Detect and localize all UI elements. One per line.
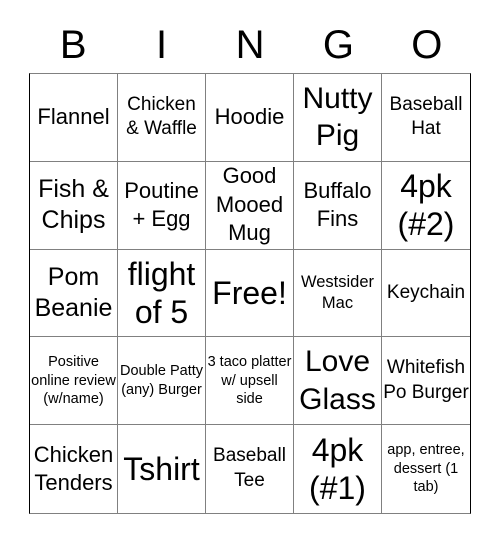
bingo-cell[interactable]: Poutine + Egg (118, 161, 206, 250)
bingo-cell[interactable]: Whitefish Po Burger (382, 337, 470, 426)
bingo-grid: Flannel Chicken & Waffle Hoodie Nutty Pi… (29, 73, 471, 514)
bingo-cell[interactable]: Flannel (30, 74, 118, 162)
bingo-cell[interactable]: 3 taco platter w/ upsell side (206, 337, 294, 426)
bingo-header: B I N G O (29, 18, 471, 73)
bingo-cell[interactable]: Buffalo Fins (294, 161, 382, 250)
bingo-cell[interactable]: Double Patty (any) Burger (118, 337, 206, 426)
bingo-cell[interactable]: Good Mooed Mug (206, 161, 294, 250)
bingo-cell[interactable]: 4pk (#1) (294, 425, 382, 513)
header-letter-g: G (322, 23, 354, 67)
free-space-cell[interactable]: Free! (206, 249, 294, 338)
bingo-cell[interactable]: Nutty Pig (294, 74, 382, 162)
header-letter-b: B (59, 23, 87, 67)
bingo-cell[interactable]: Westsider Mac (294, 249, 382, 338)
header-letter-o: O (411, 23, 443, 67)
bingo-cell[interactable]: Positive online review (w/name) (30, 337, 118, 426)
header-letter-n: N (235, 23, 265, 67)
header-letter-i: I (156, 23, 168, 67)
bingo-cell[interactable]: Pom Beanie (30, 249, 118, 338)
bingo-cell[interactable]: Keychain (382, 250, 470, 338)
bingo-cell[interactable]: Baseball Tee (206, 425, 294, 513)
bingo-cell[interactable]: flight of 5 (118, 249, 206, 338)
bingo-cell[interactable]: Tshirt (118, 425, 206, 513)
bingo-cell[interactable]: Hoodie (206, 74, 294, 162)
bingo-cell[interactable]: Baseball Hat (382, 74, 470, 162)
bingo-cell[interactable]: Chicken Tenders (30, 425, 118, 513)
bingo-cell[interactable]: 4pk (#2) (382, 162, 470, 250)
bingo-cell[interactable]: Fish & Chips (30, 161, 118, 250)
bingo-cell[interactable]: Love Glass (294, 337, 382, 426)
bingo-cell[interactable]: app, entree, dessert (1 tab) (382, 425, 470, 513)
bingo-cell[interactable]: Chicken & Waffle (118, 74, 206, 162)
